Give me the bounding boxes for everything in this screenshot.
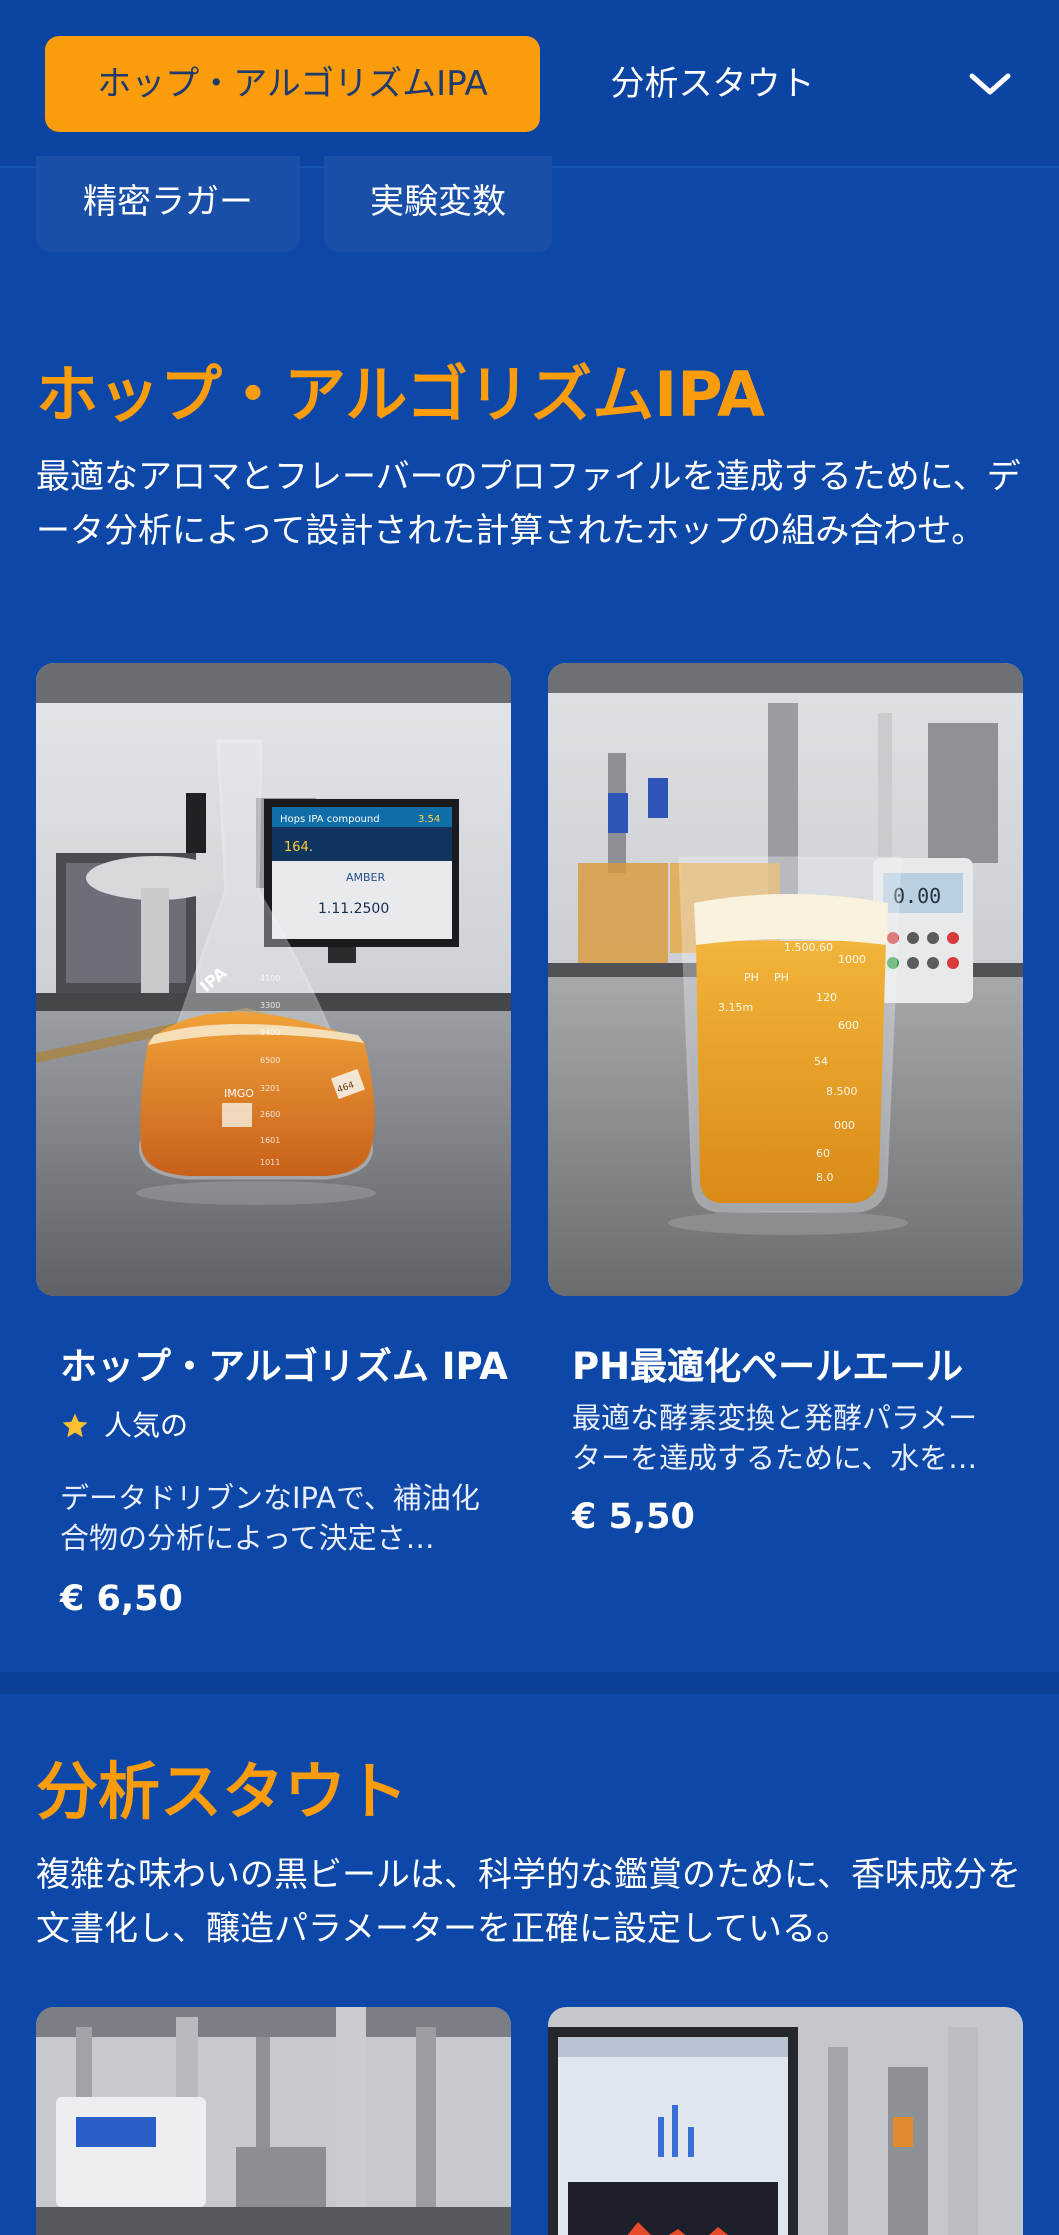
tab-hop-algorithm-ipa[interactable]: ホップ・アルゴリズムIPA — [45, 36, 540, 132]
lab-flask-photo: Hops IPA compound 3.54 164. AMBER 1.11.2… — [36, 663, 511, 1296]
section-description: 最適なアロマとフレーバーのプロファイルを達成するために、データ分析によって設計さ… — [36, 457, 1021, 551]
flask-mark: 1601 — [260, 1136, 280, 1145]
monitor-reading-text: 164. — [284, 840, 313, 855]
section-title: ホップ・アルゴリズムIPA — [36, 358, 765, 431]
lab-equipment-photo — [36, 2007, 511, 2235]
lab-beaker-photo: 0.00 1.500.60 1000 PH PH 120 3.15m 600 5… — [548, 663, 1023, 1296]
flask-mark: 3201 — [260, 1084, 280, 1093]
chevron-down-icon — [969, 73, 1011, 95]
chip-experimental-variables[interactable]: 実験変数 — [324, 156, 552, 252]
monitor-label-text: AMBER — [346, 871, 386, 884]
beaker-mark: 000 — [834, 1119, 855, 1132]
product-description: 最適な酵素変換と発酵パラメーターを達成するために、水を… — [572, 1401, 978, 1475]
product-description: データドリブンなIPAで、補油化合物の分析によって決定さ… — [60, 1481, 480, 1555]
beaker-mark: 1000 — [838, 953, 866, 966]
monitor-number-text: 1.11.2500 — [318, 901, 389, 917]
beaker-mark: PH — [744, 971, 759, 984]
beaker-mark: 120 — [816, 991, 837, 1004]
monitor-title-text: Hops IPA compound — [280, 814, 380, 825]
star-icon — [62, 1413, 88, 1438]
beaker-mark: 54 — [814, 1055, 828, 1068]
lab-monitor-photo — [548, 2007, 1023, 2235]
flask-mark: 3300 — [260, 1001, 280, 1010]
tab-analytic-stout[interactable]: 分析スタウト — [590, 36, 835, 132]
section-description: 複雑な味わいの黒ビールは、科学的な鑑賞のために、香味成分を文書化し、醸造パラメー… — [36, 1855, 1021, 1949]
tabs-expand-button[interactable] — [950, 44, 1030, 124]
product-price: € 6,50 — [60, 1579, 183, 1619]
flask-mark: 6500 — [260, 1056, 280, 1065]
product-image-stout-1[interactable] — [36, 2007, 511, 2235]
flask-tag-text: IMGO — [224, 1087, 254, 1100]
popular-badge: 人気の — [60, 1406, 188, 1446]
monitor-value-text: 3.54 — [418, 814, 440, 825]
beaker-mark: 600 — [838, 1019, 859, 1032]
section-title: 分析スタウト — [36, 1755, 409, 1828]
beaker-mark: PH — [774, 971, 789, 984]
product-name[interactable]: ホップ・アルゴリズム IPA — [60, 1342, 508, 1392]
popular-badge-label: 人気の — [104, 1409, 189, 1442]
product-image-ph-pale-ale[interactable]: 0.00 1.500.60 1000 PH PH 120 3.15m 600 5… — [548, 663, 1023, 1296]
product-name[interactable]: PH最適化ペールエール — [572, 1342, 963, 1392]
beaker-mark: 60 — [816, 1147, 830, 1160]
product-image-stout-2[interactable] — [548, 2007, 1023, 2235]
category-tab-bar: ホップ・アルゴリズムIPA 分析スタウト — [0, 0, 1059, 168]
flask-mark: 1011 — [260, 1158, 280, 1167]
page: ホップ・アルゴリズムIPA 分析スタウト 精密ラガー 実験変数 ホップ・アルゴリ… — [0, 0, 1059, 2235]
product-image-hop-ipa[interactable]: Hops IPA compound 3.54 164. AMBER 1.11.2… — [36, 663, 511, 1296]
flask-mark: 4100 — [260, 974, 280, 983]
beaker-mark: 1.500.60 — [784, 941, 833, 954]
chip-precision-lager[interactable]: 精密ラガー — [36, 156, 300, 252]
flask-mark: 9400 — [260, 1028, 280, 1037]
beaker-mark: 8.500 — [826, 1085, 858, 1098]
product-price: € 5,50 — [572, 1497, 695, 1537]
flask-mark: 2600 — [260, 1110, 280, 1119]
beaker-mark: 8.0 — [816, 1171, 834, 1184]
section-divider — [0, 1672, 1059, 1694]
beaker-mark: 3.15m — [718, 1001, 753, 1014]
